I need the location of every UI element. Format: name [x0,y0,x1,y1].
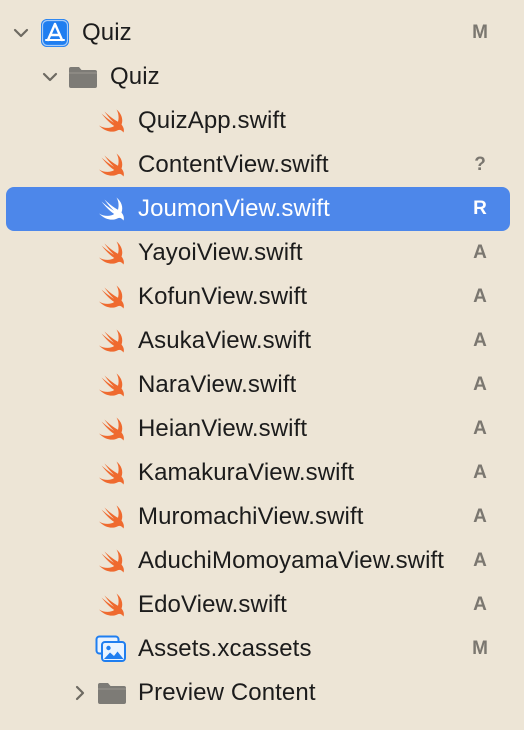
file-row[interactable]: AsukaView.swift A [0,319,524,363]
file-row-selected[interactable]: JoumonView.swift R [0,187,524,231]
file-row[interactable]: MuromachiView.swift A [0,495,524,539]
file-row[interactable]: EdoView.swift A [0,583,524,627]
folder-icon [67,61,99,93]
folder-icon [96,677,128,709]
swift-icon [96,281,128,313]
file-row[interactable]: AduchiMomoyamaView.swift A [0,539,524,583]
group-row-quiz[interactable]: Quiz [0,55,524,99]
swift-icon [96,457,128,489]
file-label: EdoView.swift [138,591,287,618]
file-row[interactable]: QuizApp.swift [0,99,524,143]
file-row[interactable]: ContentView.swift ? [0,143,524,187]
swift-icon [96,545,128,577]
status-badge: R [473,198,487,219]
project-row-quiz[interactable]: Quiz M [0,11,524,55]
status-badge: A [473,242,487,263]
file-label: AsukaView.swift [138,327,312,354]
file-row[interactable]: YayoiView.swift A [0,231,524,275]
swift-icon [96,237,128,269]
chevron-right-icon[interactable] [69,682,91,704]
file-row[interactable]: KamakuraView.swift A [0,451,524,495]
status-badge: A [473,286,487,307]
file-label: JoumonView.swift [138,195,330,222]
status-badge: M [472,22,488,43]
chevron-down-icon[interactable] [39,66,61,88]
swift-icon [96,325,128,357]
status-badge: A [473,462,487,483]
file-label: HeianView.swift [138,415,308,442]
swift-icon [96,149,128,181]
file-label: KofunView.swift [138,283,308,310]
swift-icon [96,589,128,621]
status-badge: A [473,418,487,439]
project-label: Quiz [82,19,132,46]
status-badge: A [473,550,487,571]
group-label: Quiz [110,63,160,90]
file-label: MuromachiView.swift [138,503,364,530]
group-row-preview-content[interactable]: Preview Content [0,671,524,715]
xcode-project-icon [39,17,71,49]
swift-icon [96,369,128,401]
status-badge: ? [474,154,486,175]
file-label: QuizApp.swift [138,107,287,134]
file-row[interactable]: HeianView.swift A [0,407,524,451]
status-badge: A [473,594,487,615]
swift-icon [96,413,128,445]
file-label: NaraView.swift [138,371,297,398]
status-badge: M [472,638,488,659]
file-label: Assets.xcassets [138,635,312,662]
file-label: YayoiView.swift [138,239,303,266]
status-badge: A [473,506,487,527]
status-badge: A [473,374,487,395]
swift-icon [96,501,128,533]
asset-catalog-icon [95,633,127,665]
status-badge [470,99,490,143]
swift-icon [96,193,128,225]
file-row[interactable]: Assets.xcassets M [0,627,524,671]
project-navigator: Quiz M Quiz QuizApp.swift ContentView.sw… [0,11,524,715]
chevron-down-icon[interactable] [10,22,32,44]
swift-icon [96,105,128,137]
file-row[interactable]: NaraView.swift A [0,363,524,407]
file-label: KamakuraView.swift [138,459,355,486]
status-badge: A [473,330,487,351]
file-label: AduchiMomoyamaView.swift [138,547,445,574]
file-label: ContentView.swift [138,151,329,178]
file-row[interactable]: KofunView.swift A [0,275,524,319]
group-label: Preview Content [138,679,316,706]
